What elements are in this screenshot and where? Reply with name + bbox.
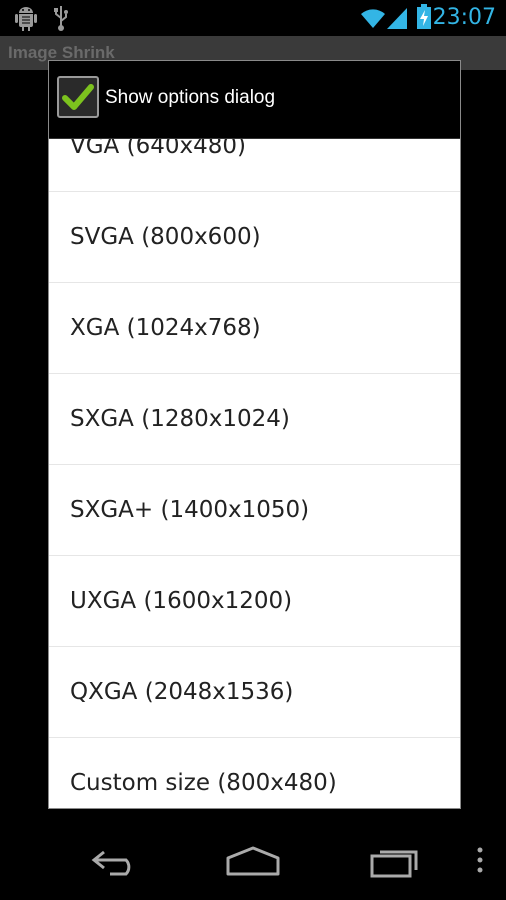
battery-charging-icon (417, 4, 431, 29)
navigation-bar (0, 820, 506, 900)
list-item-xga[interactable]: XGA (1024x768) (49, 283, 460, 374)
checkmark-icon (62, 84, 94, 110)
menu-icon[interactable] (470, 840, 490, 880)
resolution-dialog: Show options dialog VGA (640x480) SVGA (… (48, 60, 461, 809)
list-item-custom-size[interactable]: Custom size (800x480) (49, 738, 460, 808)
list-item-label: VGA (640x480) (70, 139, 246, 159)
show-options-checkbox[interactable] (57, 76, 99, 118)
signal-icon (387, 8, 407, 29)
home-icon[interactable] (222, 840, 284, 880)
list-item-sxga[interactable]: SXGA (1280x1024) (49, 374, 460, 465)
list-item-uxga[interactable]: UXGA (1600x1200) (49, 556, 460, 647)
list-item-label: XGA (1024x768) (70, 315, 261, 341)
dialog-header: Show options dialog (49, 61, 460, 139)
wifi-icon (361, 9, 385, 28)
status-bar: 23:07 (0, 0, 506, 36)
list-item-qxga[interactable]: QXGA (2048x1536) (49, 647, 460, 738)
list-item-vga[interactable]: VGA (640x480) (49, 139, 460, 192)
show-options-label[interactable]: Show options dialog (105, 81, 275, 115)
usb-icon (54, 6, 68, 31)
list-item-label: SVGA (800x600) (70, 224, 261, 250)
list-item-label: QXGA (2048x1536) (70, 679, 294, 705)
list-item-label: SXGA (1280x1024) (70, 406, 290, 432)
list-item-label: SXGA+ (1400x1050) (70, 497, 310, 523)
resolution-list[interactable]: VGA (640x480) SVGA (800x600) XGA (1024x7… (49, 139, 460, 808)
status-time: 23:07 (432, 5, 496, 30)
list-item-sxga-plus[interactable]: SXGA+ (1400x1050) (49, 465, 460, 556)
list-item-svga[interactable]: SVGA (800x600) (49, 192, 460, 283)
android-debug-icon (15, 7, 37, 31)
recent-apps-icon[interactable] (366, 840, 424, 880)
back-icon[interactable] (82, 840, 142, 880)
list-item-label: UXGA (1600x1200) (70, 588, 293, 614)
list-item-label: Custom size (800x480) (70, 770, 337, 796)
